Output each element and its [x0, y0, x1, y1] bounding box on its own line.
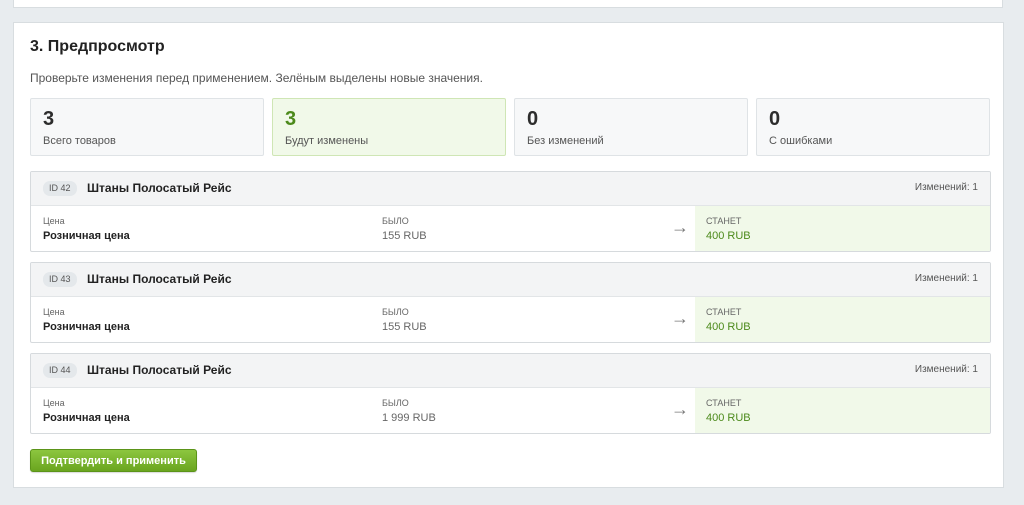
- changes-count: Изменений: 1: [914, 364, 978, 375]
- old-value: 155 RUB: [382, 321, 427, 333]
- product-name: Штаны Полосатый Рейс: [87, 363, 232, 377]
- change-row: Цена Розничная цена БЫЛО 155 RUB → СТАНЕ…: [31, 297, 990, 342]
- stat-will-change: 3 Будут изменены: [272, 98, 506, 156]
- new-caption: СТАНЕТ: [706, 398, 742, 408]
- new-value-cell: СТАНЕТ 400 RUB: [695, 297, 990, 342]
- product-name: Штаны Полосатый Рейс: [87, 272, 232, 286]
- new-value: 400 RUB: [706, 412, 751, 424]
- new-caption: СТАНЕТ: [706, 216, 742, 226]
- stats-row: 3 Всего товаров 3 Будут изменены 0 Без и…: [30, 98, 991, 156]
- new-value-cell: СТАНЕТ 400 RUB: [695, 388, 990, 433]
- preview-section: 3. Предпросмотр Проверьте изменения пере…: [13, 22, 1004, 488]
- confirm-apply-button[interactable]: Подтвердить и применить: [30, 449, 197, 472]
- new-value: 400 RUB: [706, 321, 751, 333]
- old-caption: БЫЛО: [382, 398, 409, 408]
- field-name: Розничная цена: [43, 321, 130, 333]
- change-row: Цена Розничная цена БЫЛО 155 RUB → СТАНЕ…: [31, 206, 990, 251]
- field-caption: Цена: [43, 398, 65, 408]
- change-card: ID 43 Штаны Полосатый Рейс Изменений: 1 …: [30, 262, 991, 343]
- change-card: ID 42 Штаны Полосатый Рейс Изменений: 1 …: [30, 171, 991, 252]
- card-header: ID 43 Штаны Полосатый Рейс Изменений: 1: [31, 263, 990, 297]
- stat-total: 3 Всего товаров: [30, 98, 264, 156]
- stat-errors-value: 0: [769, 108, 781, 130]
- id-badge: ID 42: [43, 181, 77, 196]
- stat-errors: 0 С ошибками: [756, 98, 990, 156]
- section-title: 3. Предпросмотр: [30, 38, 165, 55]
- arrow-right-icon: →: [671, 308, 689, 328]
- arrow-right-icon: →: [671, 399, 689, 419]
- id-badge: ID 44: [43, 363, 77, 378]
- changes-count: Изменений: 1: [914, 273, 978, 284]
- card-header: ID 44 Штаны Полосатый Рейс Изменений: 1: [31, 354, 990, 388]
- changes-count: Изменений: 1: [914, 182, 978, 193]
- field-name: Розничная цена: [43, 230, 130, 242]
- stat-total-value: 3: [43, 108, 55, 130]
- product-name: Штаны Полосатый Рейс: [87, 181, 232, 195]
- stat-unchanged-label: Без изменений: [527, 135, 604, 147]
- stat-will-change-label: Будут изменены: [285, 135, 369, 147]
- field-caption: Цена: [43, 307, 65, 317]
- change-card: ID 44 Штаны Полосатый Рейс Изменений: 1 …: [30, 353, 991, 434]
- old-value: 155 RUB: [382, 230, 427, 242]
- new-value-cell: СТАНЕТ 400 RUB: [695, 206, 990, 251]
- arrow-right-icon: →: [671, 217, 689, 237]
- card-header: ID 42 Штаны Полосатый Рейс Изменений: 1: [31, 172, 990, 206]
- new-value: 400 RUB: [706, 230, 751, 242]
- new-caption: СТАНЕТ: [706, 307, 742, 317]
- old-caption: БЫЛО: [382, 216, 409, 226]
- id-badge: ID 43: [43, 272, 77, 287]
- previous-section-panel: [13, 0, 1003, 8]
- stat-errors-label: С ошибками: [769, 135, 833, 147]
- change-row: Цена Розничная цена БЫЛО 1 999 RUB → СТА…: [31, 388, 990, 433]
- stat-total-label: Всего товаров: [43, 135, 116, 147]
- old-value: 1 999 RUB: [382, 412, 436, 424]
- field-name: Розничная цена: [43, 412, 130, 424]
- old-caption: БЫЛО: [382, 307, 409, 317]
- stat-will-change-value: 3: [285, 108, 297, 130]
- stat-unchanged-value: 0: [527, 108, 539, 130]
- stat-unchanged: 0 Без изменений: [514, 98, 748, 156]
- field-caption: Цена: [43, 216, 65, 226]
- section-hint: Проверьте изменения перед применением. З…: [30, 71, 483, 85]
